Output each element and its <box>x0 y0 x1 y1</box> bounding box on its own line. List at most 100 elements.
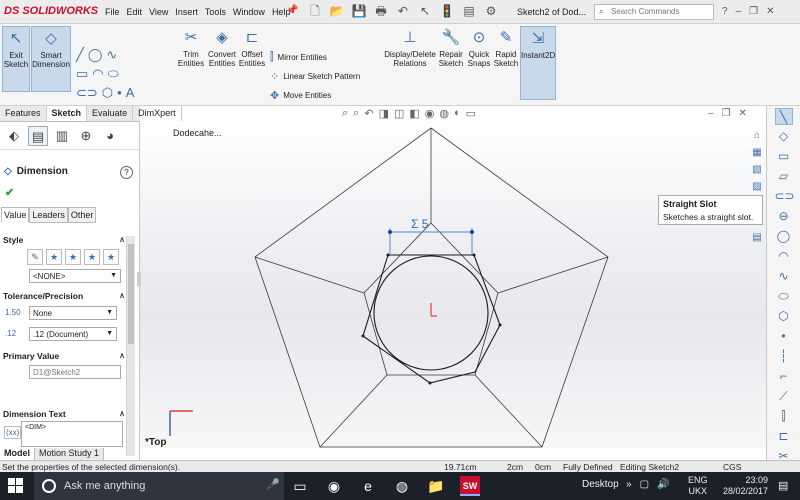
polygon-icon[interactable]: ⬡ <box>102 85 113 101</box>
point-tool-icon[interactable]: • <box>775 328 793 345</box>
spline-icon[interactable]: ∿ <box>106 47 117 63</box>
precision-dropdown[interactable]: .12 (Document) ▼ <box>29 327 117 341</box>
windows-start-icon[interactable] <box>8 478 24 494</box>
file-explorer-taskbar-icon[interactable]: 📁 <box>426 476 446 496</box>
tab-model[interactable]: Model <box>0 448 35 460</box>
convert-entities-button[interactable]: ◈ Convert Entities <box>207 26 237 68</box>
quick-snaps-button[interactable]: ⊙ Quick Snaps <box>465 26 493 68</box>
collapse-chevron-icon[interactable]: ∧ <box>119 235 125 245</box>
action-center-icon[interactable]: ▤ <box>778 479 788 492</box>
menu-tools[interactable]: Tools <box>205 7 226 17</box>
tab-sketch[interactable]: Sketch <box>46 106 88 121</box>
file-properties-icon[interactable]: ▤ <box>460 3 478 20</box>
chrome-icon[interactable]: ◉ <box>324 476 344 496</box>
menu-file[interactable]: File <box>105 7 120 17</box>
graphics-area[interactable] <box>140 122 766 448</box>
task-view-icon[interactable]: ▭ <box>290 476 310 496</box>
repair-sketch-button[interactable]: 🔧 Repair Sketch <box>437 26 465 68</box>
line-icon[interactable]: ╱ <box>76 47 84 63</box>
help-icon[interactable]: ? <box>722 6 728 17</box>
update-style-icon[interactable]: ★ <box>65 249 81 265</box>
move-entities-button[interactable]: ✥ Move Entities <box>270 89 331 102</box>
save-icon[interactable]: 💾 <box>350 3 368 20</box>
network-icon[interactable]: ▢ <box>640 479 649 490</box>
tab-other[interactable]: Other <box>67 207 97 223</box>
style-section-header[interactable]: Style ∧ <box>3 235 125 245</box>
ok-check-icon[interactable]: ✔ <box>5 186 14 199</box>
menu-edit[interactable]: Edit <box>127 7 143 17</box>
desktop-toolbar-label[interactable]: Desktop <box>582 479 619 490</box>
dimension-text-icon[interactable]: (xx) <box>4 426 22 439</box>
tab-value[interactable]: Value <box>1 207 30 223</box>
collapse-chevron-icon[interactable]: ∧ <box>119 291 125 301</box>
exit-sketch-button[interactable]: ↖ Exit Sketch <box>2 26 30 92</box>
ellipse-tool-icon[interactable]: ⬭ <box>775 288 793 305</box>
pm-help-icon[interactable]: ? <box>120 166 133 179</box>
tolerance-section-header[interactable]: Tolerance/Precision ∧ <box>3 291 125 301</box>
tab-dimxpert[interactable]: DimXpert <box>133 106 182 121</box>
tolerance-type-dropdown[interactable]: None ▼ <box>29 306 117 320</box>
sketch-select-icon[interactable]: ◇ <box>775 128 793 145</box>
resources-icon[interactable]: ▦ <box>749 145 765 160</box>
feature-tree-part-name[interactable]: Dodecahe... <box>173 128 222 138</box>
firefox-icon[interactable]: ◍ <box>392 476 412 496</box>
taskbar-clock[interactable]: 23:09 28/02/2017 <box>718 475 768 497</box>
pin-menu-icon[interactable]: 📌 <box>286 5 298 16</box>
design-library-icon[interactable]: ▧ <box>749 162 765 177</box>
search-commands-input[interactable]: ⌕ Search Commands <box>594 4 714 20</box>
file-explorer-icon[interactable]: ▨ <box>749 179 765 194</box>
select-icon[interactable]: ↖ <box>416 3 434 20</box>
doc-restore-icon[interactable]: ❐ <box>722 108 731 119</box>
trim-entities-button[interactable]: ✂ Trim Entities <box>176 26 206 68</box>
hide-show-icon[interactable]: ◉ <box>425 107 435 120</box>
chamfer-icon[interactable]: ⟋ <box>775 388 793 405</box>
display-manager-icon[interactable]: ◕ <box>100 126 120 146</box>
linear-sketch-pattern-button[interactable]: ⁘ Linear Sketch Pattern <box>270 70 360 83</box>
new-document-icon[interactable]: 🗋 <box>306 3 324 20</box>
input-language[interactable]: ENG UKX <box>688 475 708 497</box>
circle-tool-icon[interactable]: ◯ <box>775 228 793 245</box>
dimension-value-label[interactable]: Σ 5 <box>411 217 428 231</box>
home-icon[interactable]: ⌂ <box>749 128 765 143</box>
tab-evaluate[interactable]: Evaluate <box>87 106 134 121</box>
centerpoint-slot-icon[interactable]: ⊖ <box>775 208 793 225</box>
instant2d-button[interactable]: ⇲ Instant2D <box>520 26 556 100</box>
menu-view[interactable]: View <box>149 7 168 17</box>
apply-default-style-icon[interactable]: ✎ <box>27 249 43 265</box>
spline-tool-icon[interactable]: ∿ <box>775 268 793 285</box>
volume-icon[interactable]: 🔊 <box>657 479 669 490</box>
arc-icon[interactable]: ◠ <box>92 66 103 82</box>
ellipse-icon[interactable]: ⬭ <box>108 66 119 82</box>
line-tool-icon[interactable]: ╲ <box>774 108 793 125</box>
panel-scrollbar[interactable] <box>126 236 135 456</box>
doc-close-icon[interactable]: ✕ <box>739 108 747 119</box>
panel-scrollbar-thumb[interactable] <box>128 244 134 344</box>
style-dropdown[interactable]: <NONE> ▼ <box>29 269 121 283</box>
dimension-text-field[interactable]: <DIM> <box>21 421 123 447</box>
edit-appearance-icon[interactable]: ◍ <box>439 107 449 120</box>
offset-entities-button[interactable]: ⊏ Offset Entities <box>238 26 266 68</box>
collapse-chevron-icon[interactable]: ∧ <box>119 409 125 419</box>
open-icon[interactable]: 📂 <box>328 3 346 20</box>
smart-dimension-button[interactable]: ◇ Smart Dimension <box>31 26 71 92</box>
tab-features[interactable]: Features <box>0 106 47 121</box>
minimize-icon[interactable]: – <box>736 6 742 17</box>
property-manager-icon[interactable]: ▤ <box>28 126 48 146</box>
panel-splitter[interactable] <box>137 272 141 286</box>
tab-leaders[interactable]: Leaders <box>29 207 68 223</box>
taskbar-search-box[interactable]: Ask me anything 🎤 <box>34 472 284 500</box>
centerline-icon[interactable]: ┆ <box>775 348 793 365</box>
options-icon[interactable]: ⚙ <box>482 3 500 20</box>
view-settings-icon[interactable]: ▭ <box>466 107 476 120</box>
undo-icon[interactable]: ↶ <box>394 3 412 20</box>
custom-properties-icon[interactable]: ▤ <box>749 230 765 245</box>
mirror-entities-button[interactable]: ⫿ Mirror Entities <box>270 51 327 64</box>
collapse-chevron-icon[interactable]: ∧ <box>119 351 125 361</box>
display-delete-relations-button[interactable]: ⊥ Display/Delete Relations <box>382 26 438 68</box>
menu-window[interactable]: Window <box>233 7 265 17</box>
menu-insert[interactable]: Insert <box>175 7 198 17</box>
dimension-text-section-header[interactable]: Dimension Text ∧ <box>3 409 125 419</box>
previous-view-icon[interactable]: ↶ <box>364 107 373 120</box>
rebuild-icon[interactable]: 🚦 <box>438 3 456 20</box>
rectangle-icon[interactable]: ▭ <box>76 66 88 82</box>
